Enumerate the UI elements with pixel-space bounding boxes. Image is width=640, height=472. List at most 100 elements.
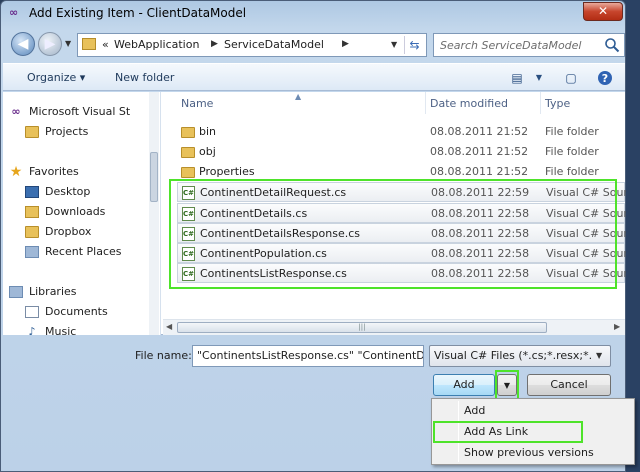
file-name: bin <box>199 125 217 138</box>
file-type: Visual C# Source <box>546 227 626 240</box>
address-dropdown-icon[interactable]: ▼ <box>391 40 397 49</box>
file-name-label: File name: <box>135 349 192 362</box>
file-date: 08.08.2011 22:58 <box>431 207 530 220</box>
nav-item-label: Dropbox <box>45 225 92 238</box>
file-name: obj <box>199 145 216 158</box>
view-options-icon[interactable]: ▤ <box>505 68 529 88</box>
add-options-dropdown-button[interactable]: ▼ <box>497 374 517 396</box>
file-date: 08.08.2011 21:52 <box>430 165 529 178</box>
file-type: File folder <box>545 145 599 158</box>
search-icon[interactable] <box>604 37 620 53</box>
command-toolbar: Organize ▾ New folder ▤ ▼ ▢ ? <box>3 63 625 91</box>
star-icon: ★ <box>9 164 23 180</box>
file-type: Visual C# Source <box>546 207 626 220</box>
organize-button[interactable]: Organize ▾ <box>27 71 85 84</box>
downloads-icon <box>25 206 39 218</box>
nav-item-label: Documents <box>45 305 108 318</box>
nav-item-label: Downloads <box>45 205 106 218</box>
recent-pages-dropdown[interactable]: ▼ <box>65 39 71 48</box>
file-name-value: "ContinentsListResponse.cs" "ContinentDe… <box>197 349 424 362</box>
visual-studio-icon: ∞ <box>9 6 19 19</box>
column-divider[interactable] <box>540 92 541 114</box>
nav-item-label: Music <box>45 325 77 335</box>
csharp-file-icon: C# <box>182 207 195 221</box>
navigation-pane: ∞ Microsoft Visual St Projects ★ Favorit… <box>3 92 161 335</box>
documents-icon <box>25 306 39 318</box>
cancel-button[interactable]: Cancel <box>527 374 611 396</box>
close-button[interactable]: ✕ <box>583 2 623 21</box>
scroll-right-icon[interactable]: ▶ <box>614 322 620 331</box>
file-type: Visual C# Source <box>546 247 626 260</box>
file-row[interactable]: bin 08.08.2011 21:52 File folder <box>177 122 625 142</box>
menu-item-show-previous-versions[interactable]: Show previous versions <box>434 443 632 463</box>
add-button[interactable]: Add <box>433 374 495 396</box>
sort-ascending-icon: ▲ <box>295 92 302 101</box>
refresh-icon[interactable]: ⇆ <box>404 36 424 54</box>
breadcrumb-separator-icon[interactable]: ▶ <box>211 39 218 49</box>
file-row-selected[interactable]: C# ContinentDetails.cs 08.08.2011 22:58 … <box>177 203 626 223</box>
nav-pane-scrollbar[interactable] <box>149 92 159 335</box>
scrollbar-thumb[interactable]: ||| <box>177 322 547 333</box>
file-row[interactable]: Properties 08.08.2011 21:52 File folder <box>177 162 625 182</box>
folder-icon <box>25 126 39 138</box>
help-icon[interactable]: ? <box>593 68 617 88</box>
search-placeholder: Search ServiceDataModel <box>440 39 582 52</box>
file-row[interactable]: obj 08.08.2011 21:52 File folder <box>177 142 625 162</box>
breadcrumb-servicedatamodel[interactable]: ServiceDataModel <box>224 38 324 51</box>
folder-icon <box>181 147 195 158</box>
svg-text:?: ? <box>602 72 608 85</box>
back-button[interactable]: ◀ <box>11 32 35 56</box>
file-type: Visual C# Source <box>546 267 626 280</box>
add-existing-item-dialog: ∞ Add Existing Item - ClientDataModel ✕ … <box>0 0 635 472</box>
folder-icon <box>181 127 195 138</box>
navigation-bar: ◀ ▶ ▼ « WebApplication ▶ ServiceDataMode… <box>1 29 627 61</box>
title-bar: ∞ Add Existing Item - ClientDataModel ✕ <box>1 1 627 27</box>
forward-button[interactable]: ▶ <box>38 32 62 56</box>
desktop-icon <box>25 186 39 198</box>
search-box[interactable]: Search ServiceDataModel <box>433 33 625 57</box>
csharp-file-icon: C# <box>182 247 195 261</box>
column-header-name[interactable]: Name <box>181 97 213 110</box>
file-date: 08.08.2011 22:58 <box>431 227 530 240</box>
preview-pane-icon[interactable]: ▢ <box>559 68 583 88</box>
file-date: 08.08.2011 21:52 <box>430 145 529 158</box>
file-name: ContinentDetailRequest.cs <box>200 186 347 199</box>
file-date: 08.08.2011 22:58 <box>431 267 530 280</box>
file-name: Properties <box>199 165 255 178</box>
file-row-selected[interactable]: C# ContinentPopulation.cs 08.08.2011 22:… <box>177 243 626 263</box>
breadcrumb-separator-icon[interactable]: ▶ <box>342 39 349 49</box>
menu-item-label: Show previous versions <box>464 446 594 459</box>
csharp-file-icon: C# <box>182 267 195 281</box>
chevron-down-icon: ▼ <box>596 351 603 360</box>
file-row-selected[interactable]: C# ContinentsListResponse.cs 08.08.2011 … <box>177 263 626 283</box>
column-divider[interactable] <box>425 92 426 114</box>
folder-icon <box>82 38 96 50</box>
file-row-selected[interactable]: C# ContinentDetailsResponse.cs 08.08.201… <box>177 223 626 243</box>
file-name-input[interactable]: "ContinentsListResponse.cs" "ContinentDe… <box>192 345 424 367</box>
nav-item-label: Libraries <box>29 285 77 298</box>
scroll-left-icon[interactable]: ◀ <box>166 322 172 331</box>
file-row-selected[interactable]: C# ContinentDetailRequest.cs 08.08.2011 … <box>177 182 626 202</box>
file-date: 08.08.2011 22:59 <box>431 186 530 199</box>
nav-item-label: Recent Places <box>45 245 122 258</box>
file-type-filter[interactable]: Visual C# Files (*.cs;*.resx;*.settings)… <box>429 345 611 367</box>
breadcrumb-webapplication[interactable]: WebApplication <box>114 38 199 51</box>
scrollbar-thumb[interactable] <box>150 152 158 202</box>
horizontal-scrollbar[interactable]: ◀ ||| ▶ <box>163 319 625 335</box>
view-dropdown-icon[interactable]: ▼ <box>527 68 551 88</box>
menu-item-add-as-link[interactable]: Add As Link <box>434 422 632 442</box>
address-bar[interactable]: « WebApplication ▶ ServiceDataModel ▶ ▼ … <box>77 33 427 57</box>
menu-item-label: Add As Link <box>464 425 529 438</box>
menu-item-add[interactable]: Add <box>434 401 632 421</box>
new-folder-button[interactable]: New folder <box>115 71 174 84</box>
address-overflow[interactable]: « <box>102 38 109 51</box>
libraries-icon <box>9 286 23 298</box>
browser-pane: ∞ Microsoft Visual St Projects ★ Favorit… <box>3 92 626 335</box>
music-icon: ♪ <box>28 325 36 336</box>
file-date: 08.08.2011 22:58 <box>431 247 530 260</box>
nav-item-label: Microsoft Visual St <box>29 105 131 118</box>
column-header-date-modified[interactable]: Date modified <box>430 97 508 110</box>
column-header-type[interactable]: Type <box>545 97 570 110</box>
csharp-file-icon: C# <box>182 186 195 200</box>
file-type-filter-value: Visual C# Files (*.cs;*.resx;*.settings) <box>434 349 592 362</box>
